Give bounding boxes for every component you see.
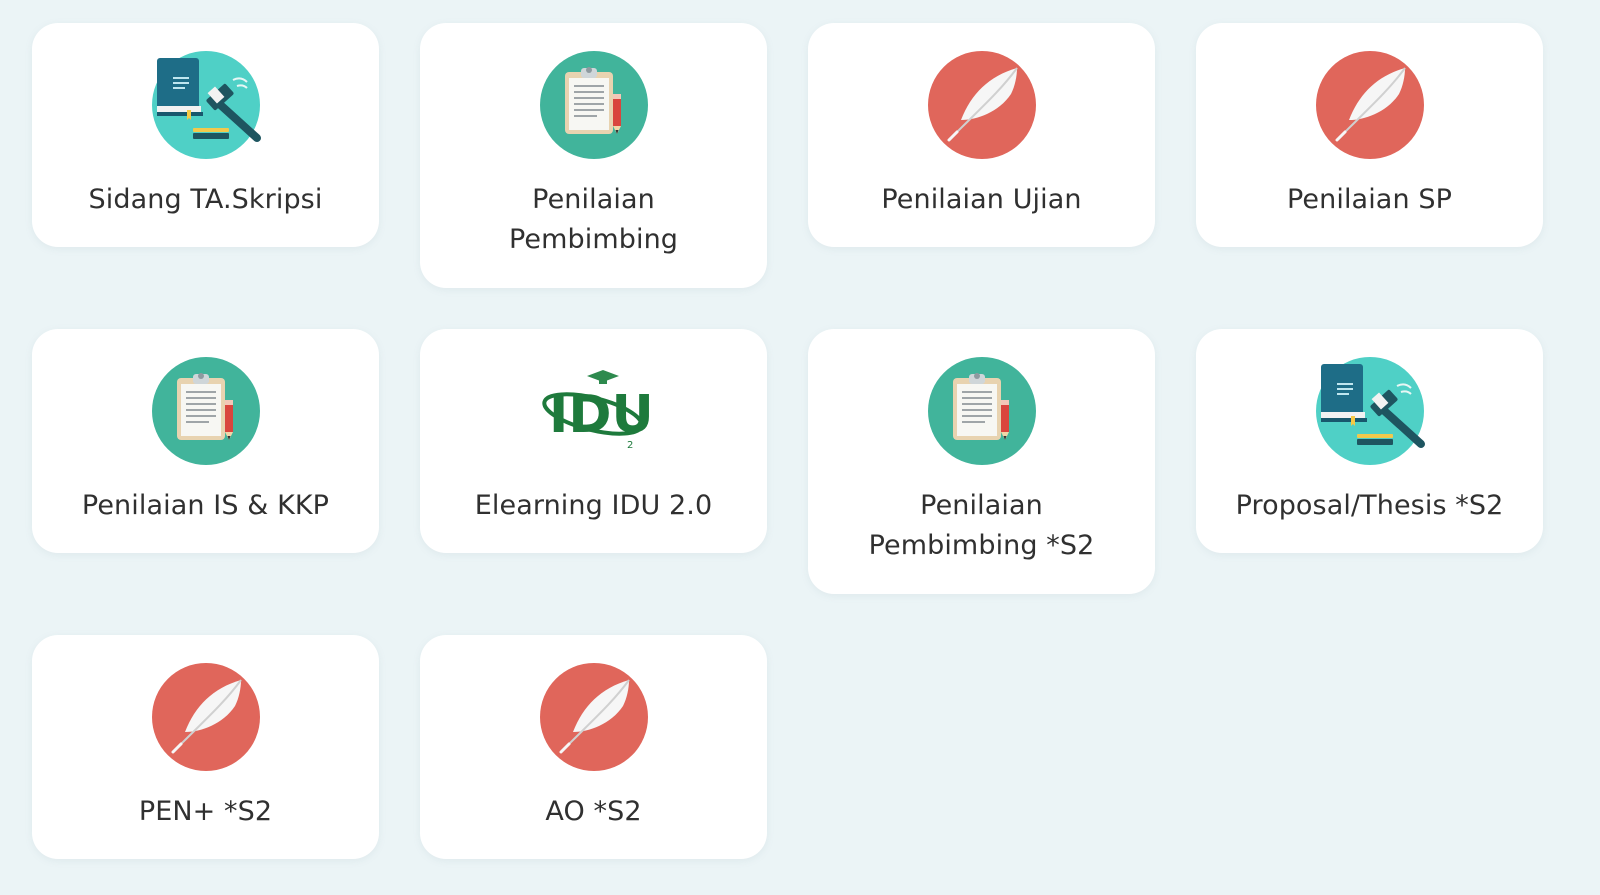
menu-card-label: Penilaian SP xyxy=(1287,184,1452,215)
menu-grid: Sidang TA.Skripsi Penilaian Pembimbing P… xyxy=(0,0,1600,895)
clipboard-icon xyxy=(539,50,649,160)
menu-card-label: Penilaian Ujian xyxy=(881,184,1082,215)
feather-icon xyxy=(151,662,261,772)
menu-card-label: Penilaian Pembimbing xyxy=(508,184,679,255)
feather-icon xyxy=(1315,50,1425,160)
menu-card-label: AO *S2 xyxy=(545,796,642,827)
feather-icon xyxy=(927,50,1037,160)
menu-card-label: Proposal/Thesis *S2 xyxy=(1235,490,1504,521)
clipboard-icon xyxy=(927,356,1037,466)
book-gavel-icon xyxy=(1315,356,1425,466)
menu-card-ao-s2[interactable]: AO *S2 xyxy=(420,635,767,859)
menu-card-elearning-idu[interactable]: IDU 2 Elearning IDU 2.0 xyxy=(420,329,767,553)
menu-card-penilaian-is-kkp[interactable]: Penilaian IS & KKP xyxy=(32,329,379,553)
menu-card-sidang-ta-skripsi[interactable]: Sidang TA.Skripsi xyxy=(32,23,379,247)
menu-card-penilaian-pembimbing[interactable]: Penilaian Pembimbing xyxy=(420,23,767,288)
book-gavel-icon xyxy=(151,50,261,160)
menu-card-penilaian-ujian[interactable]: Penilaian Ujian xyxy=(808,23,1155,247)
menu-card-label: Sidang TA.Skripsi xyxy=(88,184,323,215)
idu-logo-icon: IDU 2 xyxy=(539,356,649,466)
menu-card-pen-plus-s2[interactable]: PEN+ *S2 xyxy=(32,635,379,859)
clipboard-icon xyxy=(151,356,261,466)
menu-card-proposal-thesis-s2[interactable]: Proposal/Thesis *S2 xyxy=(1196,329,1543,553)
menu-card-label: Penilaian IS & KKP xyxy=(81,490,330,521)
feather-icon xyxy=(539,662,649,772)
menu-card-label: PEN+ *S2 xyxy=(138,796,273,827)
menu-card-penilaian-pembimbing-s2[interactable]: Penilaian Pembimbing *S2 xyxy=(808,329,1155,594)
menu-card-label: Elearning IDU 2.0 xyxy=(474,490,713,521)
svg-text:2: 2 xyxy=(627,440,633,451)
menu-card-label: Penilaian Pembimbing *S2 xyxy=(868,490,1095,561)
menu-card-penilaian-sp[interactable]: Penilaian SP xyxy=(1196,23,1543,247)
